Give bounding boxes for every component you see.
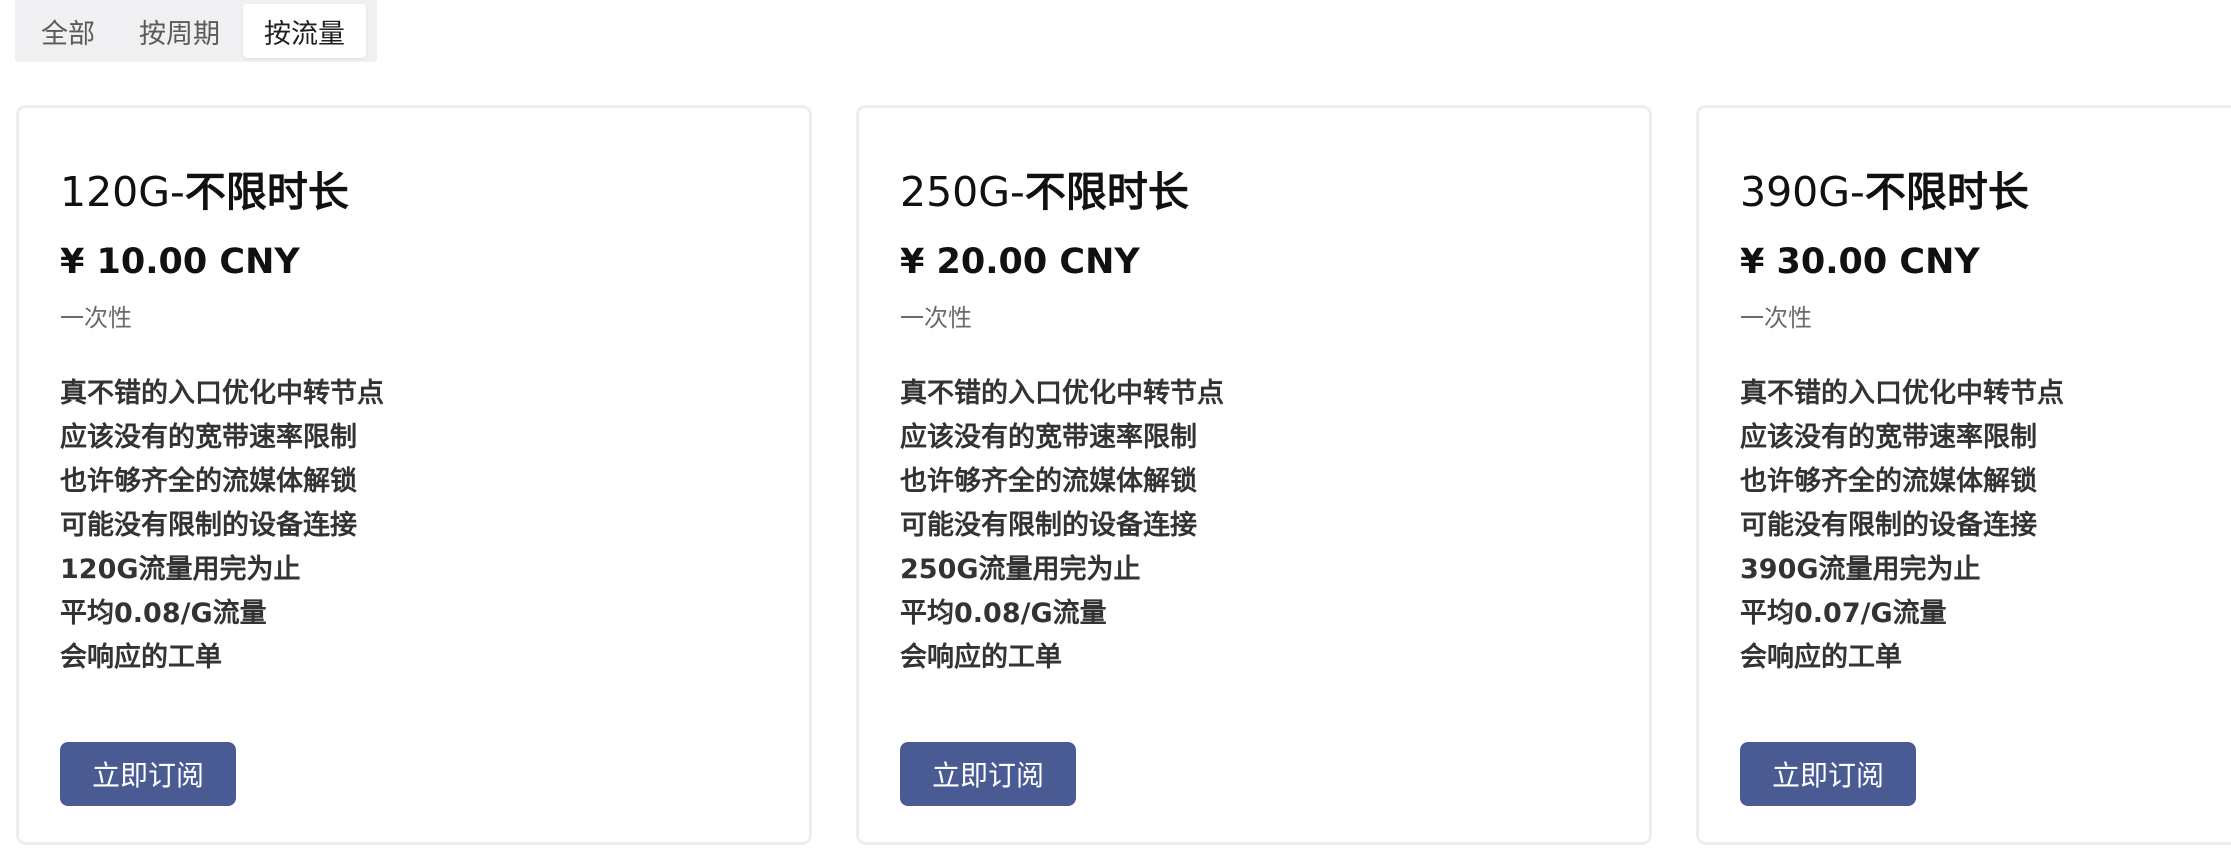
feature-item: 平均0.08/G流量	[60, 598, 267, 629]
plan-period: 一次性	[900, 304, 972, 332]
feature-item: 390G流量用完为止	[1740, 554, 1981, 585]
feature-item: 真不错的入口优化中转节点	[60, 378, 384, 409]
feature-item: 会响应的工单	[1740, 642, 1902, 673]
subscribe-button[interactable]: 立即订阅	[1740, 742, 1916, 806]
plan-title-prefix: 120G-	[60, 168, 185, 216]
feature-item: 会响应的工单	[900, 642, 1062, 673]
plan-price: ¥ 10.00 CNY	[60, 242, 300, 282]
plan-title-suffix: 不限时长	[1864, 168, 2029, 216]
feature-item: 真不错的入口优化中转节点	[900, 378, 1224, 409]
plan-title-prefix: 390G-	[1740, 168, 1865, 216]
subscribe-button[interactable]: 立即订阅	[900, 742, 1076, 806]
feature-item: 也许够齐全的流媒体解锁	[60, 466, 357, 497]
feature-item: 也许够齐全的流媒体解锁	[1740, 466, 2037, 497]
plan-title: 390G-不限时长	[1740, 158, 2029, 218]
feature-item: 250G流量用完为止	[900, 554, 1141, 585]
plan-card: 250G-不限时长 ¥ 20.00 CNY 一次性 真不错的入口优化中转节点 应…	[856, 105, 1652, 845]
plan-features: 真不错的入口优化中转节点 应该没有的宽带速率限制 也许够齐全的流媒体解锁 可能没…	[1740, 372, 2064, 680]
feature-item: 可能没有限制的设备连接	[60, 510, 357, 541]
feature-item: 应该没有的宽带速率限制	[1740, 422, 2037, 453]
feature-item: 120G流量用完为止	[60, 554, 301, 585]
feature-item: 应该没有的宽带速率限制	[60, 422, 357, 453]
plan-price: ¥ 20.00 CNY	[900, 242, 1140, 282]
plan-period: 一次性	[1740, 304, 1812, 332]
plan-title-prefix: 250G-	[900, 168, 1025, 216]
plan-title: 250G-不限时长	[900, 158, 1189, 218]
subscribe-button[interactable]: 立即订阅	[60, 742, 236, 806]
plan-title: 120G-不限时长	[60, 158, 349, 218]
plan-features: 真不错的入口优化中转节点 应该没有的宽带速率限制 也许够齐全的流媒体解锁 可能没…	[60, 372, 384, 680]
plan-card: 390G-不限时长 ¥ 30.00 CNY 一次性 真不错的入口优化中转节点 应…	[1696, 105, 2231, 845]
feature-item: 平均0.08/G流量	[900, 598, 1107, 629]
feature-item: 会响应的工单	[60, 642, 222, 673]
tab-by-period[interactable]: 按周期	[118, 4, 241, 58]
feature-item: 也许够齐全的流媒体解锁	[900, 466, 1197, 497]
feature-item: 应该没有的宽带速率限制	[900, 422, 1197, 453]
plan-features: 真不错的入口优化中转节点 应该没有的宽带速率限制 也许够齐全的流媒体解锁 可能没…	[900, 372, 1224, 680]
plan-price: ¥ 30.00 CNY	[1740, 242, 1980, 282]
tab-all[interactable]: 全部	[20, 4, 116, 58]
feature-item: 真不错的入口优化中转节点	[1740, 378, 2064, 409]
plan-period: 一次性	[60, 304, 132, 332]
plan-title-suffix: 不限时长	[184, 168, 349, 216]
plan-filter-tabs: 全部 按周期 按流量	[15, 0, 377, 62]
feature-item: 可能没有限制的设备连接	[1740, 510, 2037, 541]
feature-item: 平均0.07/G流量	[1740, 598, 1947, 629]
feature-item: 可能没有限制的设备连接	[900, 510, 1197, 541]
plan-title-suffix: 不限时长	[1024, 168, 1189, 216]
tab-by-traffic[interactable]: 按流量	[243, 4, 366, 58]
plan-card: 120G-不限时长 ¥ 10.00 CNY 一次性 真不错的入口优化中转节点 应…	[16, 105, 812, 845]
